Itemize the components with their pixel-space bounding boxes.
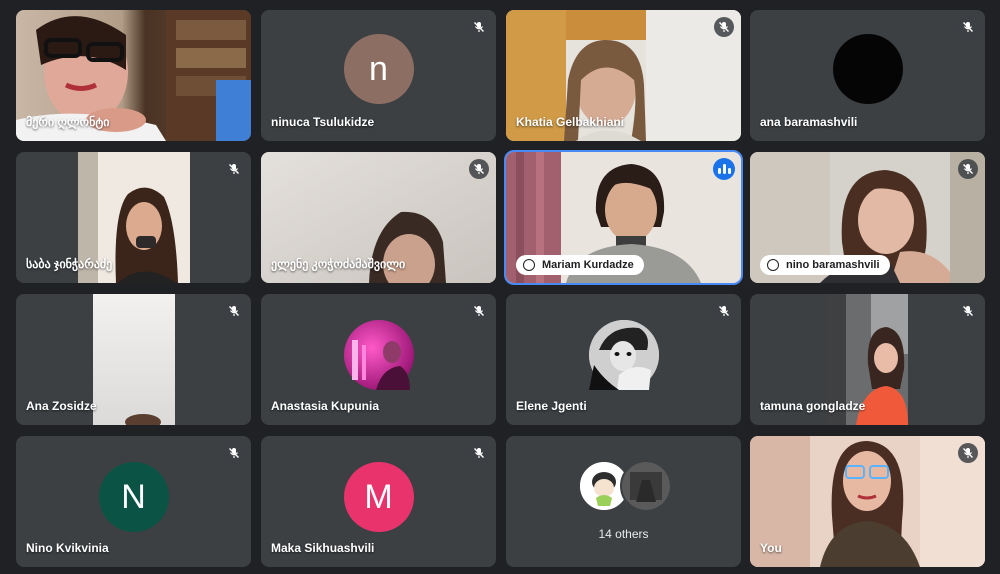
participant-tile-mariam[interactable]: Mariam Kurdadze (504, 150, 743, 285)
avatar-photo (588, 319, 659, 390)
mic-off-icon (469, 17, 489, 37)
participant-tile-khatia[interactable]: Khatia Gelbakhiani (506, 10, 741, 141)
participant-name: ana baramashvili (760, 115, 858, 129)
participant-tile-meri[interactable]: მერი ღლონტი (16, 10, 251, 141)
self-tile[interactable]: You (750, 436, 985, 567)
others-count: 14 others (598, 527, 649, 541)
participant-name: nino baramashvili (786, 259, 880, 271)
participant-video (93, 294, 175, 425)
mic-off-icon (469, 443, 489, 463)
hand-icon (767, 259, 779, 271)
participant-name: Maka Sikhuashvili (271, 541, 375, 555)
mic-off-icon (224, 159, 244, 179)
participant-video (750, 436, 985, 567)
mic-off-icon (224, 301, 244, 321)
participant-name: Elene Jgenti (516, 399, 587, 413)
avatar: N (98, 461, 169, 532)
participant-tile-tamuna[interactable]: tamuna gongladze (750, 294, 985, 425)
participant-tile-maka[interactable]: M Maka Sikhuashvili (261, 436, 496, 567)
mic-off-icon (958, 159, 978, 179)
participant-tile-saba[interactable]: საბა ჯინჭარაძე (16, 152, 251, 283)
participant-tile-nino-b[interactable]: nino baramashvili (750, 152, 985, 283)
participant-tile-elene-j[interactable]: Elene Jgenti (506, 294, 741, 425)
avatar (343, 319, 414, 390)
avatar (588, 319, 659, 390)
participant-name: You (760, 541, 782, 555)
participant-tile-anastasia[interactable]: Anastasia Kupunia (261, 294, 496, 425)
participant-name: Khatia Gelbakhiani (516, 115, 625, 129)
participant-tile-ana-z[interactable]: Ana Zosidze (16, 294, 251, 425)
avatar: M (343, 461, 414, 532)
name-pill: nino baramashvili (760, 255, 890, 275)
participant-name: Mariam Kurdadze (542, 259, 634, 271)
audio-level-icon (713, 158, 735, 180)
participant-name: Anastasia Kupunia (271, 399, 380, 413)
mic-off-icon (958, 17, 978, 37)
participant-name: ninuca Tsulukidze (271, 115, 375, 129)
avatar-photo (622, 462, 670, 510)
mic-off-icon (469, 301, 489, 321)
mic-off-icon (469, 159, 489, 179)
mic-off-icon (958, 443, 978, 463)
mic-off-icon (958, 301, 978, 321)
others-avatar (620, 460, 672, 512)
others-tile[interactable]: 14 others (506, 436, 741, 567)
participant-tile-ninuca[interactable]: n ninuca Tsulukidze (261, 10, 496, 141)
mic-off-icon (714, 17, 734, 37)
avatar-photo (351, 339, 410, 390)
participant-name: ელენე კოჭოძამაშვილი (271, 257, 406, 271)
participant-tile-nino-k[interactable]: N Nino Kvikvinia (16, 436, 251, 567)
participant-name: Ana Zosidze (26, 399, 97, 413)
participant-tile-elene-k[interactable]: ელენე კოჭოძამაშვილი (261, 152, 496, 283)
video-frame-self (750, 436, 985, 567)
avatar (832, 33, 903, 104)
participant-name: მერი ღლონტი (26, 115, 110, 129)
mic-off-icon (224, 443, 244, 463)
avatar: n (343, 33, 414, 104)
participant-name: საბა ჯინჭარაძე (26, 257, 113, 271)
hand-icon (523, 259, 535, 271)
participant-name: Nino Kvikvinia (26, 541, 109, 555)
video-frame-ana-z (93, 294, 175, 425)
participant-tile-ana-b[interactable]: ana baramashvili (750, 10, 985, 141)
participant-name: tamuna gongladze (760, 399, 866, 413)
mic-off-icon (714, 301, 734, 321)
name-pill: Mariam Kurdadze (516, 255, 644, 275)
